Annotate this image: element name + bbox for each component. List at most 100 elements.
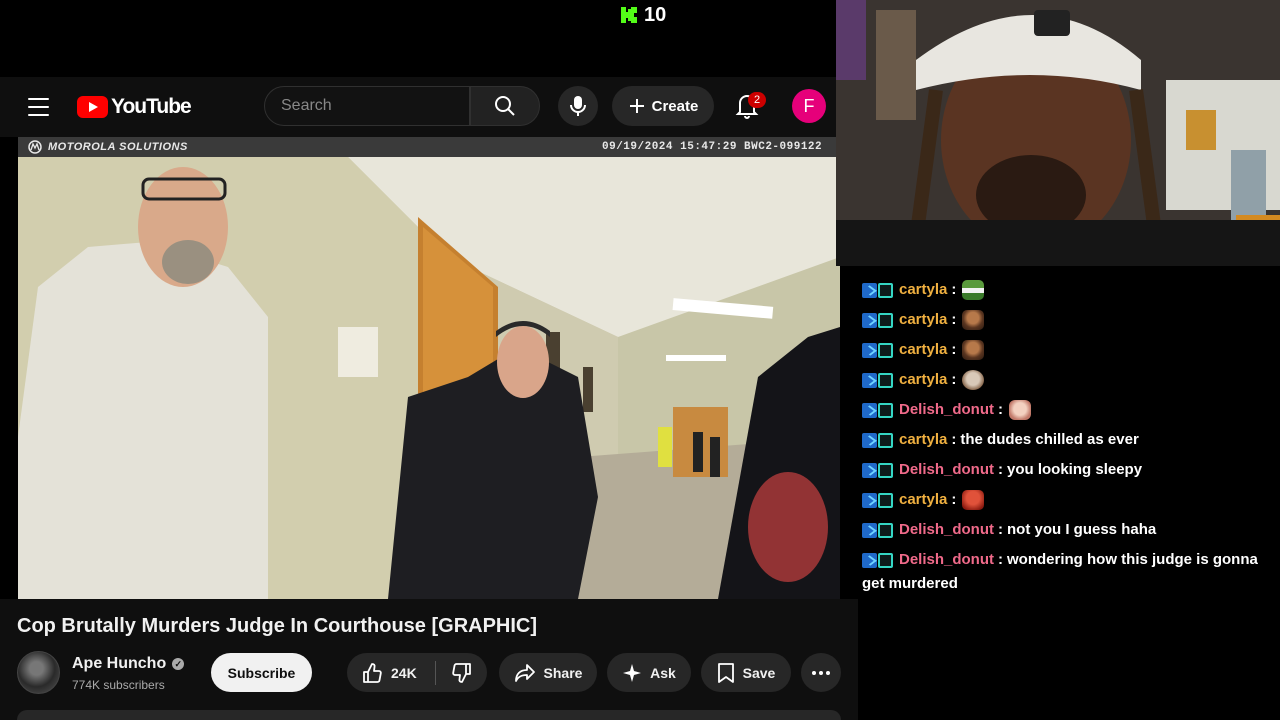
notification-count-badge: 2: [748, 92, 766, 108]
chat-message: cartyla:: [862, 338, 1280, 362]
create-label: Create: [651, 97, 699, 115]
search-placeholder: Search: [281, 97, 332, 114]
share-button[interactable]: Share: [499, 653, 597, 692]
microphone-icon: [570, 96, 586, 116]
chat-badges: [862, 492, 893, 508]
subscribe-button[interactable]: Subscribe: [211, 653, 312, 692]
chat-separator: :: [998, 551, 1004, 568]
subscriber-badge-icon: [878, 372, 893, 388]
red-face-emote-icon: [962, 490, 985, 510]
description-box[interactable]: [17, 710, 841, 720]
thumbs-up-icon: [363, 662, 382, 683]
save-button[interactable]: Save: [701, 653, 791, 692]
verified-badge-icon: [862, 342, 877, 358]
chat-username[interactable]: cartyla: [899, 308, 947, 332]
chat-separator: :: [951, 491, 957, 508]
bookmark-icon: [717, 662, 734, 683]
motorola-logo-icon: [28, 140, 42, 154]
video-title: Cop Brutally Murders Judge In Courthouse…: [17, 615, 538, 637]
chat-badges: [862, 312, 893, 328]
verified-badge-icon: [862, 312, 877, 328]
chat-username[interactable]: cartyla: [899, 278, 947, 302]
chat-username[interactable]: Delish_donut: [899, 551, 994, 568]
subscriber-badge-icon: [878, 522, 893, 538]
account-avatar[interactable]: F: [792, 89, 826, 123]
chat-username[interactable]: cartyla: [899, 338, 947, 362]
chat-username[interactable]: cartyla: [899, 368, 947, 392]
chat-message: Delish_donut: wondering how this judge is…: [862, 548, 1280, 596]
subscriber-badge-icon: [878, 492, 893, 508]
ask-button[interactable]: Ask: [607, 653, 691, 692]
video-player[interactable]: [18, 137, 840, 599]
chat-username[interactable]: cartyla: [899, 428, 947, 452]
chat-message: cartyla:: [862, 368, 1280, 392]
dislike-button[interactable]: [436, 653, 487, 692]
verified-badge-icon: [862, 492, 877, 508]
chat-message: cartyla:: [862, 488, 1280, 512]
subscriber-badge-icon: [878, 432, 893, 448]
like-button[interactable]: 24K: [347, 653, 435, 692]
subscriber-badge-icon: [878, 342, 893, 358]
chat-separator: :: [951, 341, 957, 358]
chat-message: cartyla:: [862, 308, 1280, 332]
chat-separator: :: [998, 461, 1004, 478]
chat-message: Delish_donut:: [862, 398, 1280, 422]
subscriber-badge-icon: [878, 462, 893, 478]
search-button[interactable]: [470, 86, 540, 126]
chat-separator: :: [951, 311, 957, 328]
chat-separator: :: [951, 431, 957, 448]
bodycam-brand-overlay: MOTOROLA SOLUTIONS: [28, 140, 188, 154]
chat-username[interactable]: cartyla: [899, 488, 947, 512]
chat-panel: cartyla: cartyla: cartyla: cartyla: Delish_d…: [858, 266, 1280, 720]
chat-separator: :: [951, 281, 957, 298]
chat-message: cartyla: the dudes chilled as ever: [862, 428, 1280, 452]
thumbs-down-icon: [451, 662, 471, 683]
like-dislike-group: 24K: [347, 653, 487, 692]
chat-separator: :: [998, 401, 1004, 418]
verified-check-icon: ✓: [172, 658, 185, 670]
chat-badges: [862, 402, 893, 418]
chat-badges: [862, 282, 893, 298]
youtube-logo[interactable]: YouTube: [77, 95, 192, 119]
save-label: Save: [742, 664, 776, 681]
bodycam-footage: [18, 137, 840, 599]
kick-logo-icon: [620, 6, 638, 24]
more-actions-button[interactable]: [801, 653, 841, 692]
verified-badge-icon: [862, 432, 877, 448]
dog-emote-icon: [962, 370, 985, 390]
chat-text: not you I guess haha: [1007, 521, 1157, 538]
share-arrow-icon: [514, 663, 535, 682]
bodycam-brand-text: MOTOROLA SOLUTIONS: [48, 141, 188, 153]
create-button[interactable]: Create: [612, 86, 714, 126]
chat-message: Delish_donut: not you I guess haha: [862, 518, 1280, 542]
chat-badges: [862, 372, 893, 388]
chat-badges: [862, 522, 893, 538]
chat-text: the dudes chilled as ever: [960, 431, 1139, 448]
search-input[interactable]: Search: [264, 86, 470, 126]
channel-name-text: Ape Huncho: [72, 655, 167, 672]
bodycam-timestamp: 09/19/2024 15:47:29 BWC2-099122: [602, 141, 823, 153]
chat-badges: [862, 462, 893, 478]
voice-search-button[interactable]: [558, 86, 598, 126]
like-count: 24K: [391, 664, 417, 681]
sparkle-icon: [623, 663, 642, 682]
hand-emote-icon: [1009, 400, 1032, 420]
chat-text: you looking sleepy: [1007, 461, 1143, 478]
channel-avatar[interactable]: [17, 651, 60, 694]
channel-name[interactable]: Ape Huncho ✓: [72, 655, 185, 673]
chat-username[interactable]: Delish_donut: [899, 518, 994, 542]
hamburger-menu-icon[interactable]: [28, 98, 49, 116]
streamer-webcam: [836, 0, 1280, 266]
verified-badge-icon: [862, 282, 877, 298]
subscriber-count: 774K subscribers: [72, 678, 165, 692]
subscriber-badge-icon: [878, 282, 893, 298]
chat-badges: [862, 342, 893, 358]
plus-icon: [629, 99, 644, 113]
chat-username[interactable]: Delish_donut: [899, 458, 994, 482]
chat-message: cartyla:: [862, 278, 1280, 302]
ask-label: Ask: [650, 664, 676, 681]
viewer-count-value: 10: [644, 3, 667, 26]
chat-username[interactable]: Delish_donut: [899, 398, 994, 422]
youtube-play-icon: [77, 96, 108, 118]
face-emote-icon: [962, 310, 985, 330]
